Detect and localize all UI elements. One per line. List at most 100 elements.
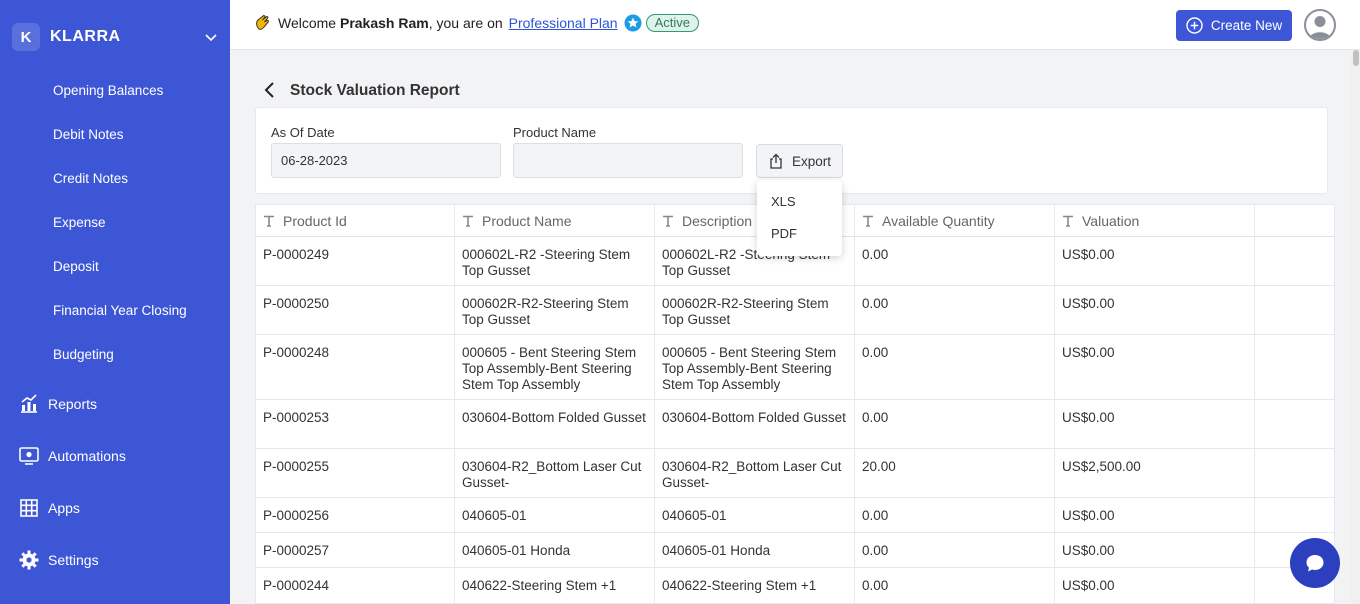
export-button[interactable]: Export — [756, 144, 843, 178]
create-new-label: Create New — [1210, 18, 1283, 33]
cell-product-id: P-0000250 — [256, 286, 455, 334]
welcome-suffix: , you are on — [428, 15, 503, 31]
column-label: Description — [682, 213, 753, 229]
cell-product-id: P-0000253 — [256, 400, 455, 448]
status-badge: Active — [645, 14, 699, 32]
text-type-icon — [463, 215, 473, 227]
page-title: Stock Valuation Report — [290, 82, 460, 99]
cell-quantity: 20.00 — [855, 449, 1055, 497]
scrollbar-thumb[interactable] — [1353, 50, 1359, 66]
column-label: Valuation — [1082, 213, 1140, 229]
cell-product-id: P-0000255 — [256, 449, 455, 497]
user-icon — [1309, 16, 1331, 39]
table-row[interactable]: P-0000250 000602R-R2-Steering Stem Top G… — [256, 286, 1334, 335]
cell-product-name: 040622-Steering Stem +1 — [455, 568, 655, 603]
chevron-down-icon[interactable] — [204, 30, 218, 44]
sidebar-item-label: Automations — [48, 448, 126, 464]
cell-quantity: 0.00 — [855, 400, 1055, 448]
plus-circle-icon — [1186, 17, 1203, 34]
cell-valuation: US$0.00 — [1055, 335, 1255, 399]
text-type-icon — [264, 215, 274, 227]
sidebar-item-expense[interactable]: Expense — [53, 215, 106, 230]
cell-product-name: 000605 - Bent Steering Stem Top Assembly… — [455, 335, 655, 399]
sidebar-item-automations[interactable]: Automations — [18, 445, 126, 467]
product-name-label: Product Name — [513, 125, 597, 140]
top-bar: Welcome Prakash Ram, you are on Professi… — [230, 0, 1360, 50]
export-dropdown: XLS PDF — [757, 180, 842, 256]
sidebar-item-credit-notes[interactable]: Credit Notes — [53, 171, 128, 186]
stock-table: Product Id Product Name Description Avai… — [255, 204, 1335, 604]
sidebar-item-reports[interactable]: Reports — [18, 393, 97, 415]
table-row[interactable]: P-0000244 040622-Steering Stem +1 040622… — [256, 568, 1334, 603]
as-of-date-input[interactable]: 06-28-2023 — [271, 143, 501, 178]
cell-product-name: 030604-Bottom Folded Gusset — [455, 400, 655, 448]
column-header-valuation[interactable]: Valuation — [1055, 205, 1255, 237]
chat-button[interactable] — [1290, 538, 1340, 588]
cell-description: 030604-Bottom Folded Gusset — [655, 400, 855, 448]
as-of-date-label: As Of Date — [271, 125, 335, 140]
sidebar-item-label: Settings — [48, 552, 99, 568]
sidebar-item-label: Reports — [48, 396, 98, 412]
plan-link[interactable]: Professional Plan — [509, 15, 618, 31]
table-row[interactable]: P-0000257 040605-01 Honda 040605-01 Hond… — [256, 533, 1334, 568]
cell-product-id: P-0000248 — [256, 335, 455, 399]
cell-quantity: 0.00 — [855, 533, 1055, 567]
cell-valuation: US$0.00 — [1055, 568, 1255, 603]
cell-description: 030604-R2_Bottom Laser Cut Gusset- — [655, 449, 855, 497]
sidebar-item-budgeting[interactable]: Budgeting — [53, 347, 114, 362]
cell-product-name: 040605-01 — [455, 498, 655, 532]
scrollbar-track[interactable] — [1351, 50, 1360, 604]
sidebar-item-apps[interactable]: Apps — [18, 497, 80, 519]
column-header-product-name[interactable]: Product Name — [455, 205, 655, 237]
back-arrow-icon[interactable] — [262, 81, 278, 99]
cell-product-id: P-0000249 — [256, 237, 455, 285]
cell-description: 040605-01 Honda — [655, 533, 855, 567]
brand[interactable]: K KLARRA — [0, 0, 230, 74]
table-row[interactable]: P-0000255 030604-R2_Bottom Laser Cut Gus… — [256, 449, 1334, 498]
cell-valuation: US$0.00 — [1055, 400, 1255, 448]
cell-product-name: 030604-R2_Bottom Laser Cut Gusset- — [455, 449, 655, 497]
table-row[interactable]: P-0000253 030604-Bottom Folded Gusset 03… — [256, 400, 1334, 449]
gear-icon — [19, 550, 39, 570]
cell-quantity: 0.00 — [855, 237, 1055, 285]
avatar[interactable] — [1304, 9, 1336, 41]
text-type-icon — [1063, 215, 1073, 227]
cell-quantity: 0.00 — [855, 335, 1055, 399]
sidebar-item-label: Apps — [48, 500, 80, 516]
cell-description: 040622-Steering Stem +1 — [655, 568, 855, 603]
waving-hand-icon — [256, 15, 269, 30]
table-row[interactable]: P-0000256 040605-01 040605-01 0.00 US$0.… — [256, 498, 1334, 533]
text-type-icon — [863, 215, 873, 227]
brand-name: KLARRA — [50, 28, 121, 45]
cell-valuation: US$0.00 — [1055, 237, 1255, 285]
sidebar-item-financial-year-closing[interactable]: Financial Year Closing — [53, 303, 187, 318]
sidebar-item-deposit[interactable]: Deposit — [53, 259, 99, 274]
table-row[interactable]: P-0000248 000605 - Bent Steering Stem To… — [256, 335, 1334, 400]
brand-logo: K — [12, 23, 40, 51]
cell-quantity: 0.00 — [855, 498, 1055, 532]
cell-product-id: P-0000256 — [256, 498, 455, 532]
create-new-button[interactable]: Create New — [1176, 10, 1292, 41]
sidebar-item-opening-balances[interactable]: Opening Balances — [53, 83, 163, 98]
cell-quantity: 0.00 — [855, 286, 1055, 334]
chat-bubble-icon — [1306, 555, 1324, 572]
cell-valuation: US$0.00 — [1055, 533, 1255, 567]
column-header-available-quantity[interactable]: Available Quantity — [855, 205, 1055, 237]
column-label: Product Name — [482, 213, 572, 229]
export-option-pdf[interactable]: PDF — [771, 226, 797, 241]
automation-icon — [19, 447, 39, 465]
column-header-product-id[interactable]: Product Id — [256, 205, 455, 237]
cell-valuation: US$0.00 — [1055, 498, 1255, 532]
cell-description: 040605-01 — [655, 498, 855, 532]
product-name-input[interactable] — [513, 143, 743, 178]
cell-product-name: 000602R-R2-Steering Stem Top Gusset — [455, 286, 655, 334]
text-type-icon — [663, 215, 673, 227]
column-label: Product Id — [283, 213, 347, 229]
sidebar-item-settings[interactable]: Settings — [18, 549, 99, 571]
welcome-message: Welcome Prakash Ram, you are on Professi… — [254, 14, 699, 32]
sidebar-item-debit-notes[interactable]: Debit Notes — [53, 127, 124, 142]
export-option-xls[interactable]: XLS — [771, 194, 796, 209]
sidebar: K KLARRA Opening Balances Debit Notes Cr… — [0, 0, 230, 604]
cell-product-name: 040605-01 Honda — [455, 533, 655, 567]
column-label: Available Quantity — [882, 213, 995, 229]
